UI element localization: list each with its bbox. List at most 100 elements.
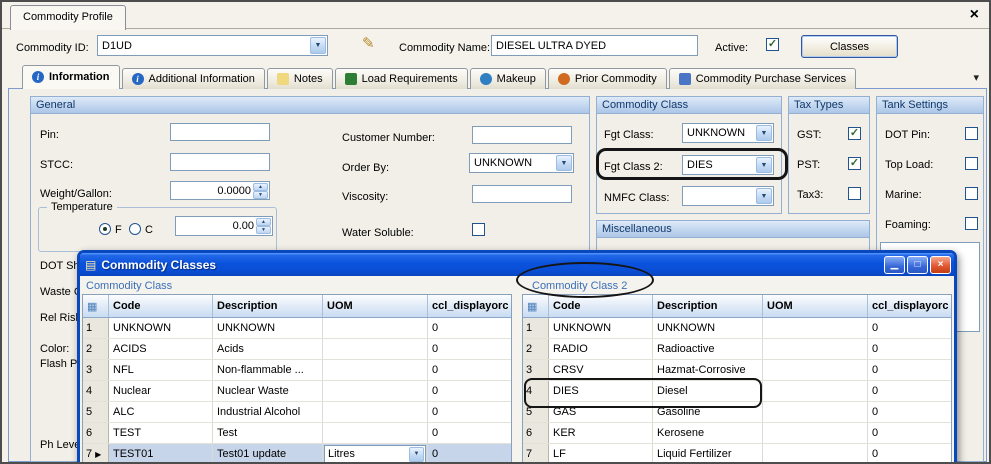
cell-displayorder[interactable]: 0 [868, 423, 952, 443]
table-row[interactable]: 6 KER Kerosene 0 [523, 423, 951, 444]
cell-code[interactable]: NFL [109, 360, 213, 380]
dialog-titlebar[interactable]: ▤ Commodity Classes ▁ □ × [80, 253, 954, 276]
column-header-code[interactable]: Code [109, 295, 213, 317]
selector-column-header[interactable]: ▦ [83, 295, 109, 317]
row-number-cell[interactable]: 7▶ [83, 444, 109, 464]
cell-uom[interactable] [763, 339, 868, 359]
row-number-cell[interactable]: 6 [523, 423, 549, 443]
cell-code[interactable]: ALC [109, 402, 213, 422]
weight-gallon-stepper[interactable]: 0.0000 ▲ ▼ [170, 181, 270, 200]
cell-code[interactable]: GAS [549, 402, 653, 422]
cell-description[interactable]: Nuclear Waste [213, 381, 323, 401]
viscosity-field[interactable] [472, 185, 572, 203]
cell-uom[interactable] [763, 423, 868, 443]
cell-code[interactable]: DIES [549, 381, 653, 401]
tank-setting-checkbox[interactable] [965, 157, 978, 170]
chevron-down-icon[interactable]: ▾ [973, 71, 979, 84]
table-row[interactable]: 1 UNKNOWN UNKNOWN 0 [83, 318, 511, 339]
tank-setting-checkbox[interactable] [965, 187, 978, 200]
table-row[interactable]: 2 RADIO Radioactive 0 [523, 339, 951, 360]
cell-uom[interactable] [763, 444, 868, 464]
tab-notes[interactable]: Notes [267, 68, 333, 89]
tax-type-checkbox[interactable]: ✓ [848, 157, 861, 170]
dropdown-icon[interactable]: ▼ [556, 155, 572, 171]
cell-code[interactable]: UNKNOWN [109, 318, 213, 338]
table-row[interactable]: 2 ACIDS Acids 0 [83, 339, 511, 360]
column-header-uom[interactable]: UOM [763, 295, 868, 317]
tax-type-checkbox[interactable]: ✓ [848, 127, 861, 140]
cell-code[interactable]: ACIDS [109, 339, 213, 359]
column-header-description[interactable]: Description [213, 295, 323, 317]
cell-description[interactable]: Hazmat-Corrosive [653, 360, 763, 380]
table-row[interactable]: 7▶ TEST01 Test01 update Litres▼ 0 [83, 444, 511, 464]
spin-up-icon[interactable]: ▲ [256, 218, 271, 226]
cell-displayorder[interactable]: 0 [868, 444, 952, 464]
cell-displayorder[interactable]: 0 [428, 381, 512, 401]
cell-description[interactable]: UNKNOWN [213, 318, 323, 338]
order-by-combo[interactable]: UNKNOWN ▼ [469, 153, 574, 173]
cell-description[interactable]: Test01 update [213, 444, 323, 464]
column-header-uom[interactable]: UOM [323, 295, 428, 317]
commodity-name-field[interactable]: DIESEL ULTRA DYED [491, 35, 698, 56]
row-number-cell[interactable]: 5 [523, 402, 549, 422]
cell-code[interactable]: RADIO [549, 339, 653, 359]
cell-displayorder[interactable]: 0 [428, 423, 512, 443]
stcc-field[interactable] [170, 153, 270, 171]
cell-description[interactable]: Industrial Alcohol [213, 402, 323, 422]
column-header-description[interactable]: Description [653, 295, 763, 317]
cell-displayorder[interactable]: 0 [868, 360, 952, 380]
cell-description[interactable]: Liquid Fertilizer [653, 444, 763, 464]
cell-code[interactable]: Nuclear [109, 381, 213, 401]
classes-button[interactable]: Classes [801, 35, 898, 58]
table-row[interactable]: 5 ALC Industrial Alcohol 0 [83, 402, 511, 423]
dropdown-icon[interactable]: ▼ [409, 447, 424, 462]
table-row[interactable]: 1 UNKNOWN UNKNOWN 0 [523, 318, 951, 339]
cell-uom[interactable] [323, 339, 428, 359]
table-row[interactable]: 3 NFL Non-flammable ... 0 [83, 360, 511, 381]
column-header-code[interactable]: Code [549, 295, 653, 317]
row-number-cell[interactable]: 4 [523, 381, 549, 401]
tab-additional-information[interactable]: i Additional Information [122, 68, 265, 89]
cell-code[interactable]: TEST [109, 423, 213, 443]
column-header-displayorder[interactable]: ccl_displayorc [868, 295, 952, 317]
row-number-cell[interactable]: 2 [83, 339, 109, 359]
active-checkbox[interactable]: ✓ [766, 38, 779, 51]
commodity-id-combo[interactable]: D1UD ▼ [97, 35, 328, 56]
uom-combo[interactable]: Litres▼ [324, 445, 426, 464]
dropdown-icon[interactable]: ▼ [310, 37, 326, 54]
fgt-class2-combo[interactable]: DIES ▼ [682, 155, 774, 175]
temp-c-radio[interactable] [129, 223, 141, 235]
tab-commodity-purchase-services[interactable]: Commodity Purchase Services [669, 68, 856, 89]
row-number-cell[interactable]: 6 [83, 423, 109, 443]
cell-uom[interactable] [763, 381, 868, 401]
cell-displayorder[interactable]: 0 [868, 318, 952, 338]
cell-displayorder[interactable]: 0 [868, 381, 952, 401]
cell-uom[interactable] [323, 402, 428, 422]
tab-prior-commodity[interactable]: Prior Commodity [548, 68, 667, 89]
cell-description[interactable]: Diesel [653, 381, 763, 401]
cell-displayorder[interactable]: 0 [428, 444, 512, 464]
row-number-cell[interactable]: 3 [523, 360, 549, 380]
cell-description[interactable]: UNKNOWN [653, 318, 763, 338]
spin-down-icon[interactable]: ▼ [256, 226, 271, 234]
tab-commodity-profile[interactable]: Commodity Profile [10, 5, 126, 30]
table-row[interactable]: 5 GAS Gasoline 0 [523, 402, 951, 423]
close-icon[interactable]: × [930, 256, 951, 274]
cell-code[interactable]: UNKNOWN [549, 318, 653, 338]
cell-uom[interactable] [323, 318, 428, 338]
tax-type-checkbox[interactable] [848, 187, 861, 200]
fgt-class-combo[interactable]: UNKNOWN ▼ [682, 123, 774, 143]
cell-displayorder[interactable]: 0 [868, 402, 952, 422]
selector-column-header[interactable]: ▦ [523, 295, 549, 317]
dropdown-icon[interactable]: ▼ [756, 125, 772, 141]
row-number-cell[interactable]: 7 [523, 444, 549, 464]
cell-displayorder[interactable]: 0 [428, 402, 512, 422]
cell-uom[interactable] [323, 360, 428, 380]
cell-displayorder[interactable]: 0 [868, 339, 952, 359]
tab-load-requirements[interactable]: Load Requirements [335, 68, 468, 89]
cell-uom[interactable] [323, 381, 428, 401]
row-number-cell[interactable]: 4 [83, 381, 109, 401]
cell-displayorder[interactable]: 0 [428, 360, 512, 380]
dropdown-icon[interactable]: ▼ [756, 157, 772, 173]
cell-uom[interactable] [763, 318, 868, 338]
